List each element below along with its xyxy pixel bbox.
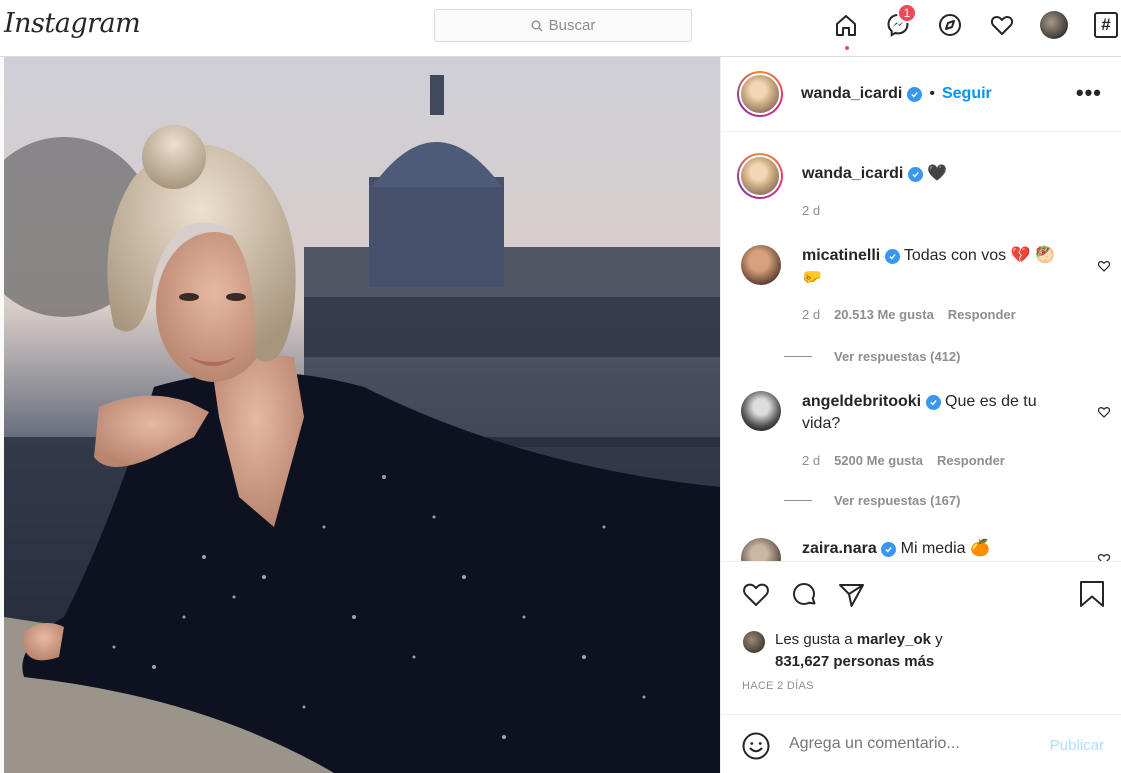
comment-input[interactable] (789, 735, 1019, 753)
comment-text: angeldebritooki Que es de tu vida? (802, 391, 1092, 435)
compass-icon (939, 14, 961, 36)
post-header: wanda_icardi • Seguir ••• (721, 57, 1121, 132)
author-avatar[interactable] (737, 71, 783, 117)
profile-avatar (1040, 11, 1068, 39)
comment-text: zaira.nara Mi media 🍊 (802, 538, 1092, 560)
comment-meta: 2 d 5200 Me gusta Responder (802, 453, 1005, 468)
caption-content: 🖤 (927, 165, 948, 182)
liker-avatar[interactable] (743, 631, 765, 653)
replies-divider (784, 356, 812, 357)
verified-badge-icon (884, 249, 900, 264)
likes-prefix: Les gusta a (775, 631, 853, 648)
save-bookmark-icon[interactable] (1077, 579, 1107, 609)
caption-text: wanda_icardi 🖤 (802, 163, 1092, 185)
reply-button[interactable]: Responder (937, 453, 1005, 468)
search-box[interactable]: Buscar (434, 9, 692, 42)
heart-icon (990, 16, 1014, 35)
comment-username[interactable]: angeldebritooki (802, 393, 921, 410)
messenger-button[interactable]: 1 (882, 3, 917, 41)
comment-likes[interactable]: 20.513 Me gusta (834, 307, 934, 322)
comment-avatar[interactable] (741, 538, 781, 561)
home-active-dot (845, 46, 849, 50)
caption-time-text[interactable]: 2 d (802, 203, 820, 218)
share-paper-plane-icon[interactable] (836, 579, 866, 609)
replies-divider (784, 500, 812, 501)
comment-meta: 2 d 20.513 Me gusta Responder (802, 307, 1016, 322)
comment-avatar[interactable] (741, 245, 781, 285)
explore-button[interactable] (934, 9, 966, 41)
author-username[interactable]: wanda_icardi (801, 85, 902, 103)
add-comment-bar: Publicar (721, 714, 1121, 773)
verified-badge-icon (925, 395, 941, 410)
likes-suffix: y (935, 631, 943, 648)
comment-avatar[interactable] (741, 391, 781, 431)
publish-button[interactable]: Publicar (1050, 737, 1104, 754)
hashtag-icon: # (1094, 12, 1118, 38)
likes-text: Les gusta a marley_ok y 831,627 personas… (775, 629, 1035, 673)
comment-bubble-icon[interactable] (789, 579, 819, 609)
instagram-logo[interactable]: Instagram (4, 8, 141, 39)
activity-button[interactable] (986, 9, 1018, 41)
comment-content-line2: 🤛 (802, 269, 822, 286)
view-replies-label: Ver respuestas (412) (834, 349, 961, 364)
like-heart-icon[interactable] (741, 579, 771, 609)
reply-button[interactable]: Responder (948, 307, 1016, 322)
comments-list: wanda_icardi 🖤 2 d micatinelli Todas con… (721, 133, 1121, 561)
comment-like-heart-icon[interactable] (1097, 552, 1111, 561)
nav-icons: 1 # (830, 3, 1121, 50)
comment-like-heart-icon[interactable] (1097, 259, 1111, 273)
verified-badge-icon (881, 542, 897, 557)
separator-dot: • (929, 85, 935, 102)
follow-button[interactable]: Seguir (942, 85, 992, 103)
comment-username[interactable]: zaira.nara (802, 540, 877, 557)
comment-content-line2: vida? (802, 415, 841, 432)
likes-others[interactable]: 831,627 personas más (775, 653, 934, 670)
home-button[interactable] (830, 9, 862, 50)
post-photo-illustration (4, 57, 720, 773)
comment-time[interactable]: 2 d (802, 307, 820, 322)
comment-content: Que es de tu (945, 393, 1037, 410)
caption-avatar[interactable] (737, 153, 783, 199)
notification-badge: 1 (897, 3, 917, 23)
view-replies-button[interactable]: Ver respuestas (167) (784, 493, 960, 508)
post-side-panel: wanda_icardi • Seguir ••• wanda_icardi 🖤… (720, 57, 1121, 773)
comment-time[interactable]: 2 d (802, 453, 820, 468)
view-replies-button[interactable]: Ver respuestas (412) (784, 349, 960, 364)
caption-time: 2 d (802, 203, 820, 218)
comment-like-heart-icon[interactable] (1097, 405, 1111, 419)
search-placeholder: Buscar (548, 17, 596, 34)
extra-extension-button[interactable]: # (1090, 9, 1121, 41)
comment-content: Mi media 🍊 (900, 540, 990, 557)
profile-button[interactable] (1038, 9, 1070, 41)
view-replies-label: Ver respuestas (167) (834, 493, 961, 508)
emoji-smiley-icon[interactable] (741, 731, 771, 761)
more-options-icon[interactable]: ••• (1076, 80, 1102, 106)
liker-username[interactable]: marley_ok (857, 631, 931, 648)
home-icon (836, 15, 856, 36)
post-actions-bar (721, 561, 1121, 621)
comment-content: Todas con vos 💔 🥙 (903, 247, 1055, 264)
search-icon (531, 20, 543, 31)
post-timestamp[interactable]: HACE 2 DÍAS (742, 680, 814, 692)
author-username-row: wanda_icardi • Seguir (801, 85, 992, 103)
verified-badge-icon (907, 167, 923, 182)
post-image[interactable] (4, 57, 720, 773)
verified-badge-icon (907, 86, 923, 102)
caption-username[interactable]: wanda_icardi (802, 165, 903, 182)
comment-likes[interactable]: 5200 Me gusta (834, 453, 923, 468)
comment-username[interactable]: micatinelli (802, 247, 880, 264)
top-navigation-bar: Instagram Buscar 1 # (0, 0, 1121, 57)
comment-text: micatinelli Todas con vos 💔 🥙 🤛 (802, 245, 1092, 289)
